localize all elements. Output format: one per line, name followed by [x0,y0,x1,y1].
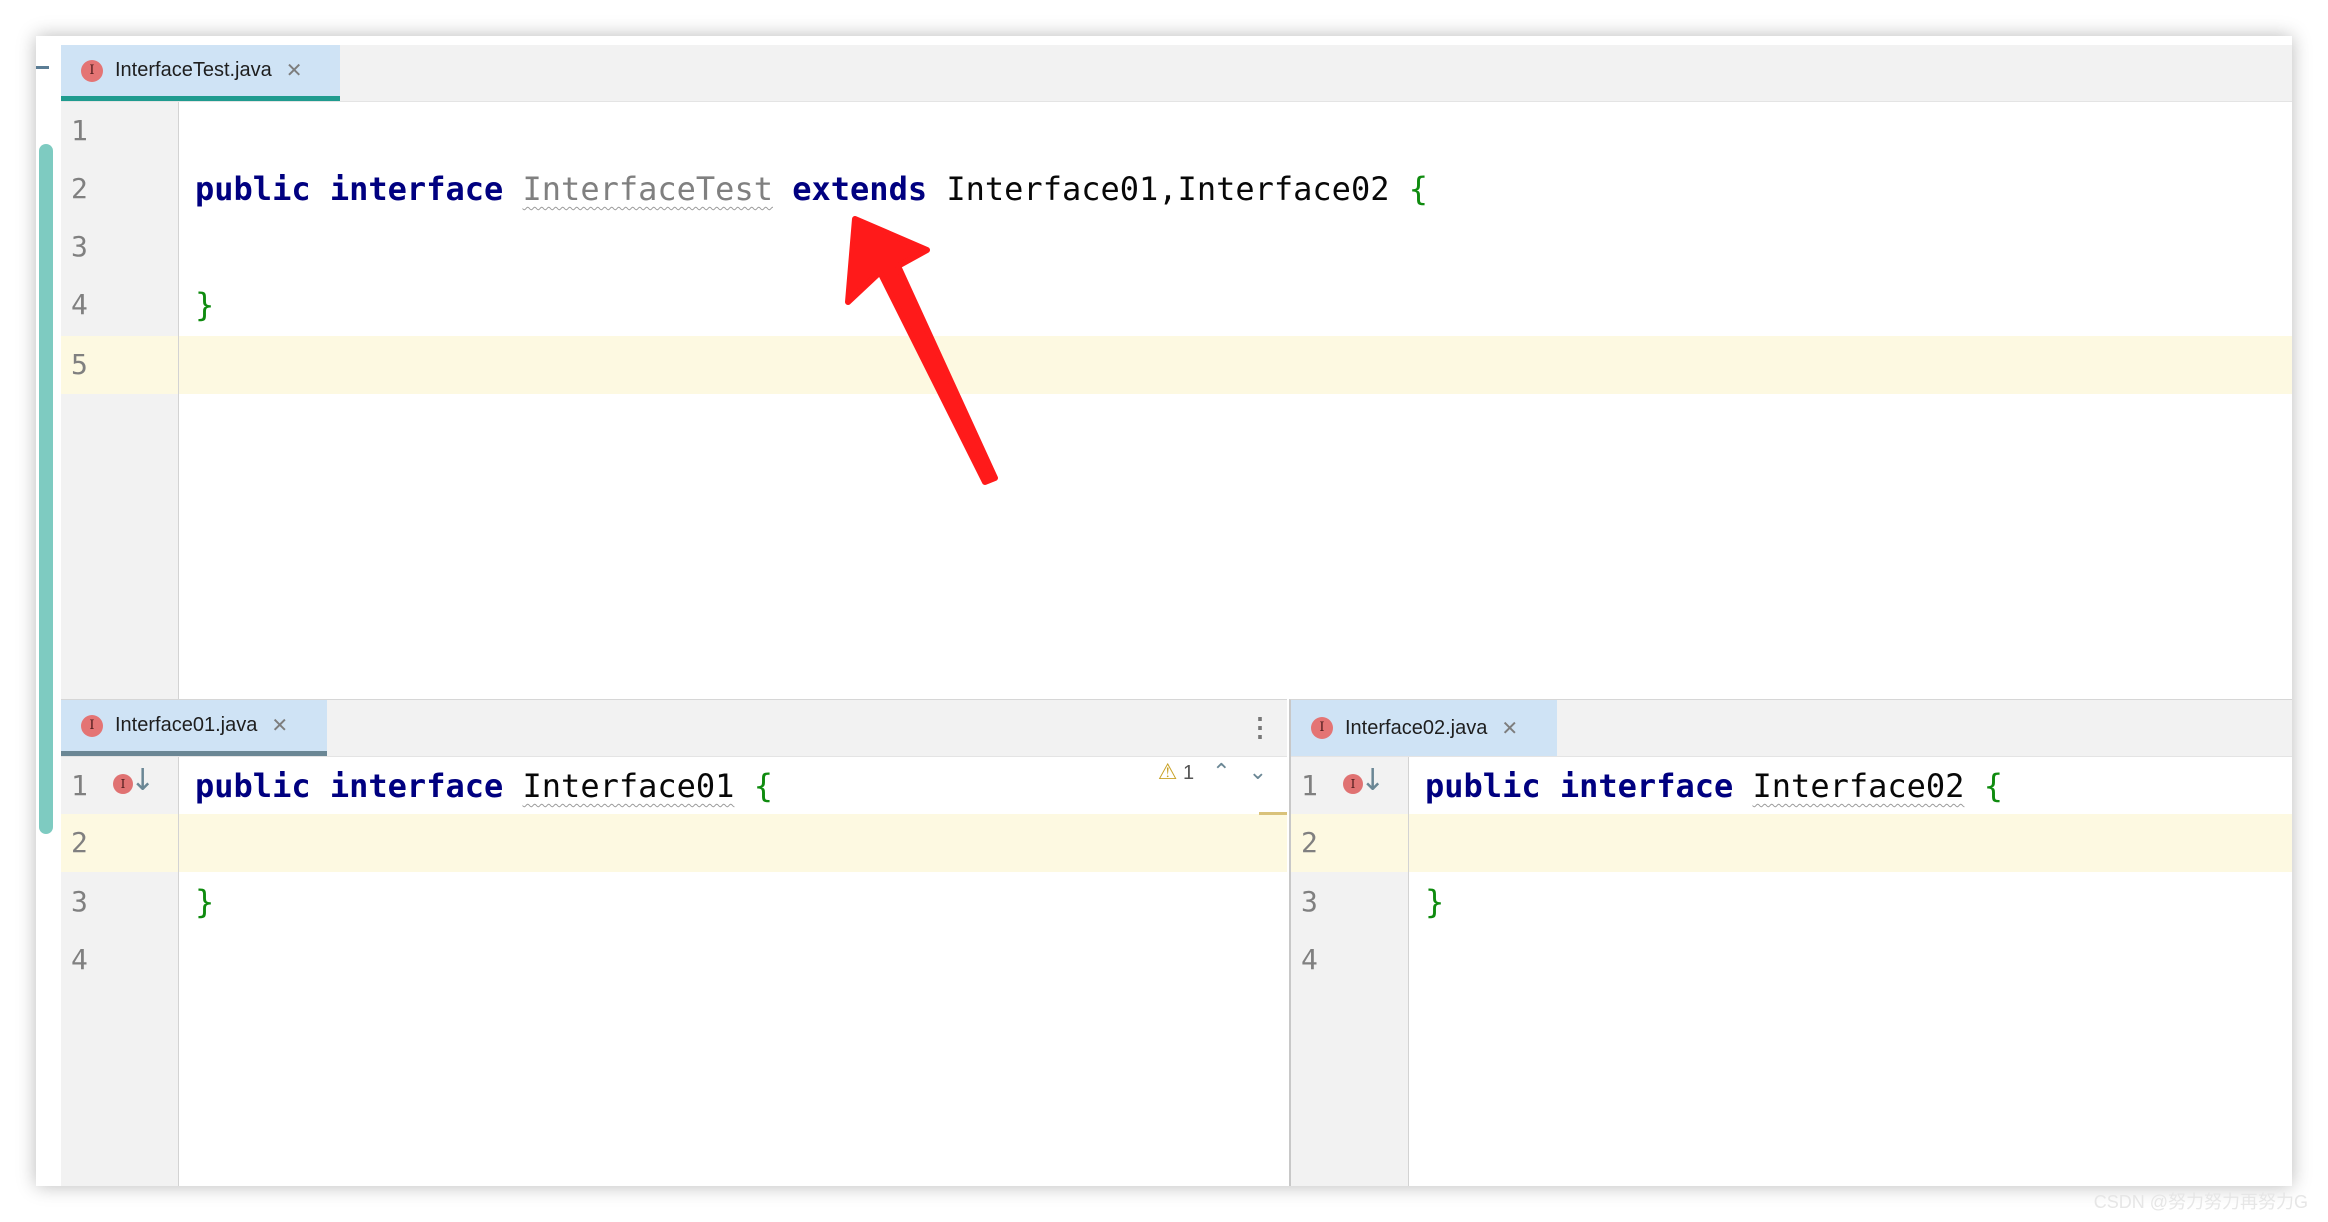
ide-window: I InterfaceTest.java ✕ 1 2 3 4 5 public … [36,36,2292,1186]
warning-count: 1 [1183,762,1195,784]
line-number: 5 [61,336,178,394]
interface-name: Interface01 [522,767,735,805]
line-number: 1 [71,769,88,802]
implemented-by-icon[interactable]: I ↓ [113,763,155,806]
close-icon[interactable]: ✕ [1501,716,1518,741]
code-line[interactable]: } [1425,873,1444,931]
line-number: 4 [1301,943,1318,976]
interface-name: Interface02 [1752,767,1965,805]
inspection-widget[interactable]: ⚠ 1 ⌃ ⌄ [1158,759,1267,785]
keyword-extends: extends [792,170,928,208]
line-number: 4 [71,288,88,321]
chevron-up-icon[interactable]: ⌃ [1212,759,1230,785]
more-options-icon[interactable]: ⋮ [1247,714,1273,740]
line-number: 3 [71,230,88,263]
keyword-interface: interface [329,767,504,805]
chevron-down-icon[interactable]: ⌄ [1249,759,1267,785]
collapse-icon[interactable] [36,66,49,69]
tab-interface01[interactable]: I Interface01.java ✕ [61,700,327,756]
interface-name: InterfaceTest [522,170,773,208]
keyword-public: public [1425,767,1541,805]
warning-indicator[interactable]: ⚠ 1 [1158,759,1194,785]
editor-pane-interface01: I Interface01.java ✕ ⋮ 1 I ↓ 2 3 4 public… [61,699,1287,1186]
editor-tab-bar: I Interface02.java ✕ [1291,700,2292,757]
implemented-by-icon[interactable]: I ↓ [1343,763,1385,806]
line-number: 2 [61,814,178,872]
warning-icon: ⚠ [1157,759,1178,784]
line-number: 2 [71,172,88,205]
code-line[interactable]: public interface Interface02 { [1425,757,2003,815]
tab-label: Interface02.java [1345,716,1488,739]
editor-pane-interface02: I Interface02.java ✕ 1 I ↓ 2 3 4 public i… [1289,699,2292,1186]
interface-file-icon: I [81,59,103,82]
keyword-interface: interface [329,170,504,208]
interface-file-icon: I [1311,717,1333,739]
keyword-interface: interface [1559,767,1734,805]
code-line[interactable]: } [195,873,214,931]
vertical-scrollbar[interactable] [39,144,53,834]
line-number: 3 [1301,885,1318,918]
line-number-gutter: 1 I ↓ 2 3 4 [61,757,179,1186]
interface-file-icon: I [81,714,103,737]
close-icon[interactable]: ✕ [271,713,288,738]
tab-label: InterfaceTest.java [115,59,272,81]
parent-interfaces: Interface01,Interface02 [946,170,1390,208]
line-number-gutter: 1 I ↓ 2 3 4 [1291,757,1409,1186]
close-icon[interactable]: ✕ [286,58,303,83]
code-line[interactable]: } [195,276,214,334]
keyword-public: public [195,767,311,805]
caret-row-highlight [61,336,2292,394]
line-number: 1 [1301,769,1318,802]
line-number: 3 [71,885,88,918]
caret-row-highlight [1291,814,2292,872]
line-number: 4 [71,943,88,976]
line-number: 1 [71,114,88,147]
watermark: CSDN @努力努力再努力G [2093,1192,2308,1212]
code-line[interactable]: public interface InterfaceTest extends I… [195,160,1428,218]
editor-tab-bar: I Interface01.java ✕ ⋮ [61,700,1287,757]
error-stripe-mark[interactable] [1259,812,1287,815]
open-brace: { [1408,170,1428,208]
editor-tab-bar: I InterfaceTest.java ✕ [61,45,2292,102]
code-line[interactable]: public interface Interface01 { [195,757,773,815]
open-brace: { [753,767,773,805]
open-brace: { [1983,767,2003,805]
tab-label: Interface01.java [115,714,258,736]
line-number-gutter: 1 2 3 4 5 [61,102,179,699]
close-brace: } [195,883,215,921]
close-brace: } [1425,883,1445,921]
close-brace: } [195,286,215,324]
tab-interface02[interactable]: I Interface02.java ✕ [1291,700,1557,756]
editor-pane-interface-test: I InterfaceTest.java ✕ 1 2 3 4 5 public … [61,45,2292,699]
line-number: 2 [1291,814,1408,872]
keyword-public: public [195,170,311,208]
tab-interface-test[interactable]: I InterfaceTest.java ✕ [61,45,340,101]
caret-row-highlight [61,814,1287,872]
